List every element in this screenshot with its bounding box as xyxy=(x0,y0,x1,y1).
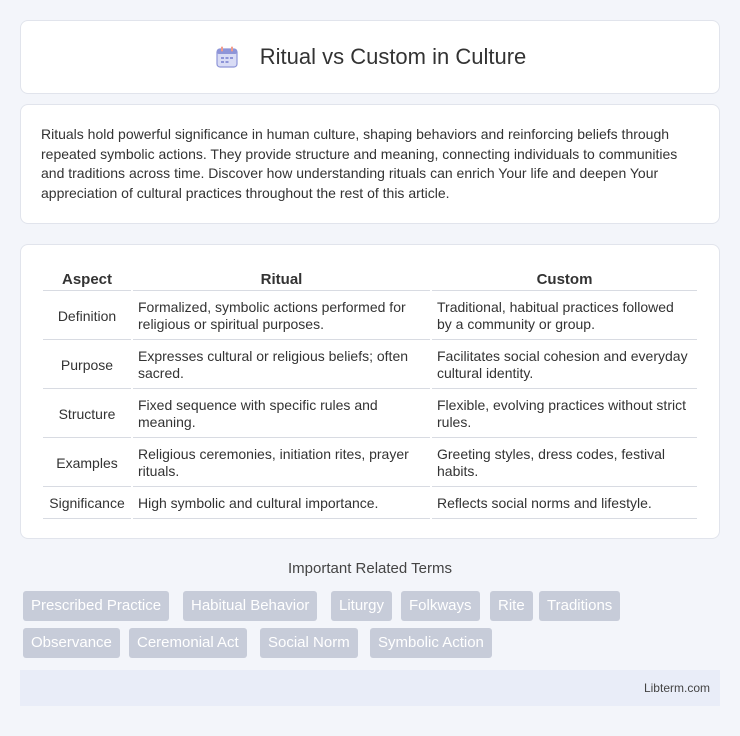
ritual-cell: Formalized, symbolic actions performed f… xyxy=(133,293,430,340)
custom-cell: Reflects social norms and lifestyle. xyxy=(432,489,697,519)
intro-card: Rituals hold powerful significance in hu… xyxy=(20,104,720,224)
table-row: Examples Religious ceremonies, initiatio… xyxy=(43,440,697,487)
table-header-row: Aspect Ritual Custom xyxy=(43,268,697,291)
tag-social-norm[interactable]: Social Norm xyxy=(260,628,358,658)
ritual-cell: Religious ceremonies, initiation rites, … xyxy=(133,440,430,487)
tag-observance[interactable]: Observance xyxy=(23,628,120,658)
ritual-cell: High symbolic and cultural importance. xyxy=(133,489,430,519)
table-row: Structure Fixed sequence with specific r… xyxy=(43,391,697,438)
custom-cell: Facilitates social cohesion and everyday… xyxy=(432,342,697,389)
header-custom: Custom xyxy=(432,268,697,291)
intro-paragraph: Rituals hold powerful significance in hu… xyxy=(41,126,678,201)
aspect-cell: Definition xyxy=(43,293,131,340)
tag-liturgy[interactable]: Liturgy xyxy=(331,591,393,621)
header-ritual: Ritual xyxy=(133,268,430,291)
table-row: Significance High symbolic and cultural … xyxy=(43,489,697,519)
title-card: Ritual vs Custom in Culture xyxy=(20,20,720,94)
header-aspect: Aspect xyxy=(43,268,131,291)
related-terms-heading: Important Related Terms xyxy=(288,560,452,577)
custom-cell: Greeting styles, dress codes, festival h… xyxy=(432,440,697,487)
custom-cell: Traditional, habitual practices followed… xyxy=(432,293,697,340)
aspect-cell: Significance xyxy=(43,489,131,519)
aspect-cell: Purpose xyxy=(43,342,131,389)
tag-traditions[interactable]: Traditions xyxy=(539,591,621,621)
ritual-cell: Fixed sequence with specific rules and m… xyxy=(133,391,430,438)
custom-cell: Flexible, evolving practices without str… xyxy=(432,391,697,438)
comparison-card: Aspect Ritual Custom Definition Formaliz… xyxy=(20,244,720,539)
footer: Libterm.com xyxy=(20,670,720,706)
tag-habitual-behavior[interactable]: Habitual Behavior xyxy=(183,591,318,621)
tag-prescribed-practice[interactable]: Prescribed Practice xyxy=(23,591,170,621)
calendar-icon xyxy=(214,44,240,70)
footer-site-link[interactable]: Libterm.com xyxy=(644,681,710,695)
tag-symbolic-action[interactable]: Symbolic Action xyxy=(370,628,492,658)
table-row: Definition Formalized, symbolic actions … xyxy=(43,293,697,340)
aspect-cell: Structure xyxy=(43,391,131,438)
tag-rite[interactable]: Rite xyxy=(490,591,533,621)
comparison-table: Aspect Ritual Custom Definition Formaliz… xyxy=(41,266,699,521)
tag-ceremonial-act[interactable]: Ceremonial Act xyxy=(129,628,247,658)
tag-folkways[interactable]: Folkways xyxy=(401,591,480,621)
ritual-cell: Expresses cultural or religious beliefs;… xyxy=(133,342,430,389)
page-title: Ritual vs Custom in Culture xyxy=(259,44,527,69)
aspect-cell: Examples xyxy=(43,440,131,487)
table-row: Purpose Expresses cultural or religious … xyxy=(43,342,697,389)
